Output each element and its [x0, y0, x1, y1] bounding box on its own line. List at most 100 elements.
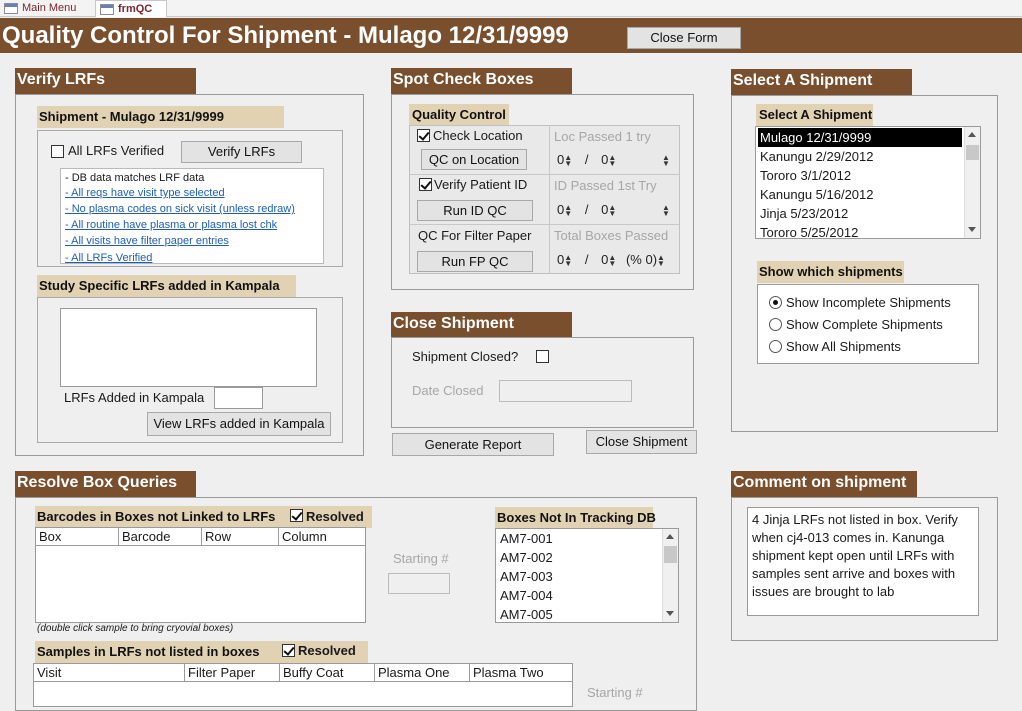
shipment-option[interactable]: Jinja 5/23/2012 [758, 204, 848, 223]
column-header-box[interactable]: Box [36, 528, 119, 546]
spot-check-header: Spot Check Boxes [391, 68, 572, 94]
shipment-option[interactable]: Mulago 12/31/9999 [758, 128, 962, 147]
check-all-verified-link[interactable]: - All LRFs Verified [65, 251, 152, 265]
column-header-row[interactable]: Row [202, 528, 279, 546]
show-complete-label: Show Complete Shipments [786, 317, 943, 332]
qc-grid-divider [409, 174, 680, 175]
box-item[interactable]: AM7-001 [498, 529, 553, 548]
starting-number-label: Starting # [393, 551, 449, 566]
lrfs-added-label: LRFs Added in Kampala [64, 390, 205, 405]
shipment-closed-checkbox[interactable] [536, 350, 549, 363]
column-header-visit[interactable]: Visit [34, 664, 185, 682]
quality-control-label: Quality Control [409, 104, 509, 126]
check-filter-paper-link[interactable]: - All visits have filter paper entries [65, 234, 229, 248]
column-header-barcode[interactable]: Barcode [119, 528, 202, 546]
form-title-bar: Quality Control For Shipment - Mulago 12… [0, 18, 1022, 53]
tab-frmqc[interactable]: frmQC [95, 0, 167, 17]
percent-passed: (% 0) [625, 252, 658, 267]
view-kampala-lrfs-button[interactable]: View LRFs added in Kampala [147, 412, 331, 436]
column-header-buffy-coat[interactable]: Buffy Coat [280, 664, 375, 682]
close-shipment-header: Close Shipment [391, 312, 572, 338]
tab-main-menu[interactable]: Main Menu [0, 0, 95, 17]
starting-number-label: Starting # [587, 685, 643, 700]
boxes-list-scrollbar[interactable] [662, 529, 678, 622]
total-boxes-stepper[interactable]: 0▲ ▼ / 0▲ ▼ (% 0)▲ ▼ [557, 252, 665, 267]
check-visit-type-link[interactable]: - All reqs have visit type selected [65, 186, 225, 200]
verify-lrfs-button[interactable]: Verify LRFs [181, 141, 302, 163]
barcodes-resolved-checkbox[interactable] [290, 509, 303, 522]
all-lrfs-verified-label: All LRFs Verified [68, 143, 165, 158]
resolve-box-queries-header: Resolve Box Queries [15, 471, 196, 497]
column-header-column[interactable]: Column [279, 528, 365, 546]
scroll-down-icon[interactable] [666, 611, 674, 616]
scroll-thumb[interactable] [966, 145, 979, 160]
shipment-option[interactable]: Kanungu 2/29/2012 [758, 147, 874, 166]
document-tab-bar: Main Menu frmQC [0, 0, 1022, 17]
stepper-arrows-icon: ▲ ▼ [564, 252, 573, 268]
stepper-arrows-icon: ▲ ▼ [608, 252, 617, 268]
date-closed-label: Date Closed [412, 383, 484, 398]
barcodes-resolved-label: Resolved [306, 509, 364, 524]
boxes-not-in-db-label: Boxes Not In Tracking DB [495, 507, 656, 529]
samples-resolved-checkbox[interactable] [282, 644, 295, 657]
date-closed-field[interactable] [499, 380, 632, 402]
shipment-option[interactable]: Tororo 3/1/2012 [758, 166, 851, 185]
samples-resolved-label: Resolved [298, 643, 356, 658]
total-boxes-label: Total Boxes Passed [554, 228, 669, 243]
box-item[interactable]: AM7-004 [498, 586, 553, 605]
stepper-arrows-icon: ▲ ▼ [657, 252, 665, 268]
id-passed-stepper[interactable]: 0▲ ▼ / 0▲ ▼ ▲ ▼ [557, 202, 670, 217]
select-shipment-sublabel: Select A Shipment [756, 104, 873, 126]
verify-patient-id-checkbox[interactable] [419, 178, 432, 191]
shipment-option[interactable]: Tororo 5/25/2012 [758, 223, 858, 238]
checklist-title: - DB data matches LRF data [65, 172, 205, 184]
scroll-thumb[interactable] [664, 546, 677, 563]
box-item[interactable]: AM7-005 [498, 605, 553, 622]
boxes-not-in-db-list[interactable]: AM7-001 AM7-002 AM7-003 AM7-004 AM7-005 [495, 528, 679, 623]
show-incomplete-label: Show Incomplete Shipments [786, 295, 951, 310]
verify-lrfs-header: Verify LRFs [15, 68, 196, 94]
tab-label: Main Menu [22, 2, 77, 14]
all-lrfs-verified-checkbox[interactable] [51, 145, 64, 158]
show-complete-radio[interactable] [769, 318, 782, 331]
stepper-arrows-icon: ▲ ▼ [608, 152, 617, 168]
close-shipment-button[interactable]: Close Shipment [586, 430, 697, 454]
check-plasma-codes-link[interactable]: - No plasma codes on sick visit (unless … [65, 202, 295, 216]
shipment-list-scrollbar[interactable] [964, 127, 980, 238]
run-id-qc-button[interactable]: Run ID QC [417, 200, 533, 221]
check-routine-plasma-link[interactable]: - All routine have plasma or plasma lost… [65, 218, 277, 232]
starting-number-field[interactable] [388, 573, 450, 594]
verify-patient-id-label: Verify Patient ID [434, 177, 528, 192]
check-location-checkbox[interactable] [417, 129, 430, 142]
box-item[interactable]: AM7-003 [498, 567, 553, 586]
lrfs-added-count-field[interactable] [214, 387, 263, 409]
scroll-down-icon[interactable] [968, 227, 976, 232]
show-incomplete-radio[interactable] [769, 296, 782, 309]
qc-grid-divider [549, 125, 550, 274]
column-header-plasma-two[interactable]: Plasma Two [470, 664, 572, 682]
qc-grid-divider [409, 224, 680, 225]
show-which-label: Show which shipments [757, 261, 904, 283]
form-icon [4, 3, 18, 14]
shipment-option[interactable]: Kanungu 5/16/2012 [758, 185, 874, 204]
run-fp-qc-button[interactable]: Run FP QC [417, 251, 533, 272]
id-passed-label: ID Passed 1st Try [554, 178, 657, 193]
comment-textarea[interactable]: 4 Jinja LRFs not listed in box. Verify w… [747, 507, 979, 616]
qc-on-location-button[interactable]: QC on Location [421, 149, 527, 170]
check-location-label: Check Location [433, 128, 523, 143]
scroll-up-icon[interactable] [968, 132, 976, 137]
samples-table[interactable]: Visit Filter Paper Buffy Coat Plasma One… [33, 663, 573, 707]
column-header-filter-paper[interactable]: Filter Paper [185, 664, 280, 682]
shipment-listbox[interactable]: Mulago 12/31/9999 Kanungu 2/29/2012 Toro… [755, 126, 981, 239]
column-header-plasma-one[interactable]: Plasma One [375, 664, 470, 682]
kampala-lrfs-list[interactable] [60, 308, 317, 387]
close-form-button[interactable]: Close Form [627, 27, 741, 49]
barcodes-table[interactable]: Box Barcode Row Column [35, 527, 366, 623]
loc-passed-stepper[interactable]: 0▲ ▼ / 0▲ ▼ ▲ ▼ [557, 152, 670, 167]
stepper-arrows-icon: ▲ ▼ [564, 152, 573, 168]
box-item[interactable]: AM7-002 [498, 548, 553, 567]
scroll-up-icon[interactable] [666, 534, 674, 539]
show-all-radio[interactable] [769, 340, 782, 353]
generate-report-button[interactable]: Generate Report [392, 433, 554, 456]
shipment-closed-label: Shipment Closed? [412, 349, 519, 364]
